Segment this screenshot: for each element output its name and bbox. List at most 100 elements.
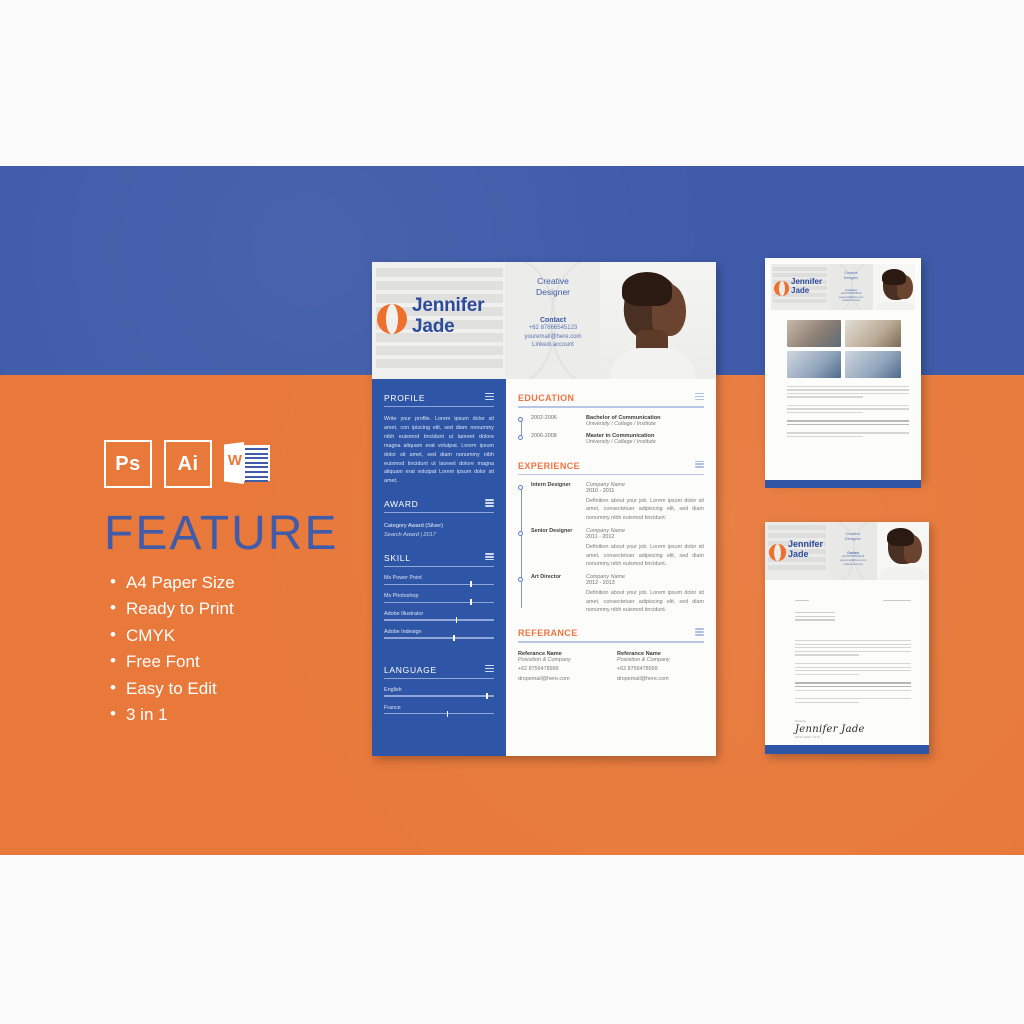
cover-body-text (795, 640, 911, 705)
list-item: Ready to Print (110, 597, 384, 620)
portfolio-image (787, 351, 841, 378)
award-entry: Category Award (Silver) Search Award | 2… (384, 522, 494, 540)
reference-position: Posisition & Company (518, 656, 571, 663)
list-item: CMYK (110, 624, 384, 647)
skill-row: Ms Photoshop (384, 593, 494, 606)
last-name: Jade (791, 285, 810, 295)
contact-linkedin: Linkedi.account (843, 561, 863, 566)
profile-text: Write your profile. Lorem ipsum dolor si… (384, 416, 494, 485)
education-years: 2006-2008 (531, 432, 557, 439)
reference-section-header: REFERANCE (518, 628, 704, 643)
cover-footer-bar (765, 745, 929, 754)
bowtie-logo-icon (769, 544, 786, 561)
hamburger-icon (695, 460, 704, 470)
portfolio-image (845, 320, 901, 347)
feature-title: FEATURE (104, 507, 339, 560)
list-item: 3 in 1 (110, 703, 384, 726)
portfolio-name: Jennifer Jade (791, 277, 822, 296)
education-entry: 2002-2006 Bachelor of Communication Univ… (518, 415, 704, 427)
skill-label: Adobe Illustrator (384, 610, 424, 617)
cover-contact-block: Creative Designer Contact +62 8766654512… (829, 522, 877, 580)
reference-email: dropemail@here.com (518, 675, 570, 682)
language-label: English (384, 686, 402, 693)
language-slider[interactable] (384, 710, 494, 717)
skill-row: Adobe Indesign (384, 628, 494, 642)
illustrator-badge: Ai (164, 440, 212, 488)
experience-desc: Definition about your job. Lorem ipsum d… (586, 498, 704, 521)
skill-slider[interactable] (384, 634, 494, 642)
portfolio-image (787, 320, 841, 347)
resume-profile-photo (600, 262, 716, 379)
skill-label: Ms Photoshop (384, 593, 419, 600)
role-line-2: Designer (535, 287, 571, 298)
skill-label: Ms Power Point (384, 575, 422, 582)
cover-name: Jennifer Jade (788, 539, 823, 560)
portfolio-body-text (787, 386, 909, 439)
skill-slider[interactable] (384, 599, 494, 606)
education-school: University / College / Institute (586, 420, 656, 427)
section-title: SKILL (384, 553, 411, 564)
photoshop-badge: Ps (104, 440, 152, 488)
feature-panel: Ps Ai W FEATURE A4 Paper Size Ready to P… (104, 440, 384, 731)
hamburger-icon (695, 393, 704, 402)
section-title: LANGUAGE (384, 664, 437, 675)
section-title: AWARD (384, 499, 419, 510)
contact-email: youremail@here.com (524, 333, 582, 340)
resume-contact-block: Creative Designer Contact +62 8766654512… (506, 262, 600, 379)
portfolio-page: Jennifer Jade Creative Designer Contact … (765, 258, 921, 488)
contact-linkedin: Linkedi.account (841, 299, 861, 303)
skill-slider[interactable] (384, 581, 494, 588)
cover-signature: Sincerely, Jennifer Jade DESIGNER 2018 (795, 720, 865, 739)
slider-knob[interactable] (469, 581, 472, 588)
resume-body: PROFILE Write your profile. Lorem ipsum … (372, 379, 716, 756)
language-slider[interactable] (384, 692, 494, 699)
role-line-2: Designer (844, 536, 861, 542)
resume-name: Jennifer Jade (412, 295, 485, 337)
contact-details: Creative Designer Contact +62 8766654512… (829, 531, 877, 567)
education-timeline: 2002-2006 Bachelor of Communication Univ… (518, 415, 704, 445)
slider-knob[interactable] (469, 599, 472, 606)
first-name: Jennifer (412, 295, 485, 316)
contact-linkedin: Linkedi.account (532, 342, 574, 349)
experience-role: Intern Designer (531, 482, 571, 488)
slider-knob[interactable] (453, 634, 456, 642)
language-row: English (384, 686, 494, 699)
portfolio-header: Jennifer Jade Creative Designer Contact … (771, 264, 915, 310)
contact-details: Creative Designer Contact +62 8766654512… (506, 276, 600, 350)
skill-label: Adobe Indesign (384, 628, 422, 635)
portfolio-contact-block: Creative Designer Contact +62 8766654512… (829, 264, 873, 310)
resume-page: Jennifer Jade Creative Designer Contact … (372, 262, 716, 756)
cover-profile-photo (877, 522, 929, 580)
software-badges: Ps Ai W (104, 440, 384, 488)
reference-phone: +62 8756478999 (518, 665, 559, 672)
section-title: EXPERIENCE (518, 460, 581, 471)
experience-entry: Intern Designer Company Name 2010 - 2011… (518, 482, 704, 522)
language-section-header: LANGUAGE (384, 664, 494, 679)
reference-entry: Referance Name Posisition & Company +62 … (617, 651, 704, 683)
resume-logo-block: Jennifer Jade (372, 262, 506, 379)
portfolio-image-grid (787, 320, 909, 378)
skill-row: Ms Power Point (384, 575, 494, 588)
cover-address-block (795, 612, 835, 623)
list-item: Free Font (110, 650, 384, 673)
cover-meta-row (795, 600, 911, 602)
reference-position: Posisition & Company (617, 656, 670, 663)
signature-subtitle: DESIGNER 2018 (795, 736, 821, 739)
reference-email: dropemail@here.com (617, 675, 669, 682)
last-name: Jade (788, 548, 809, 559)
slider-knob[interactable] (486, 692, 489, 699)
bowtie-logo-icon (377, 304, 407, 334)
profile-section-header: PROFILE (384, 393, 494, 407)
word-badge-lines (245, 448, 268, 485)
skill-section-header: SKILL (384, 553, 494, 568)
language-row: France (384, 705, 494, 717)
resume-header: Jennifer Jade Creative Designer Contact … (372, 262, 716, 379)
award-name: Category Award (Silver) (384, 523, 443, 530)
slider-knob[interactable] (455, 617, 458, 624)
list-item: A4 Paper Size (110, 571, 384, 594)
section-title: REFERANCE (518, 628, 578, 639)
reference-phone: +62 8756478999 (617, 665, 658, 672)
slider-knob[interactable] (446, 710, 449, 717)
section-title: PROFILE (384, 393, 426, 403)
skill-slider[interactable] (384, 617, 494, 624)
